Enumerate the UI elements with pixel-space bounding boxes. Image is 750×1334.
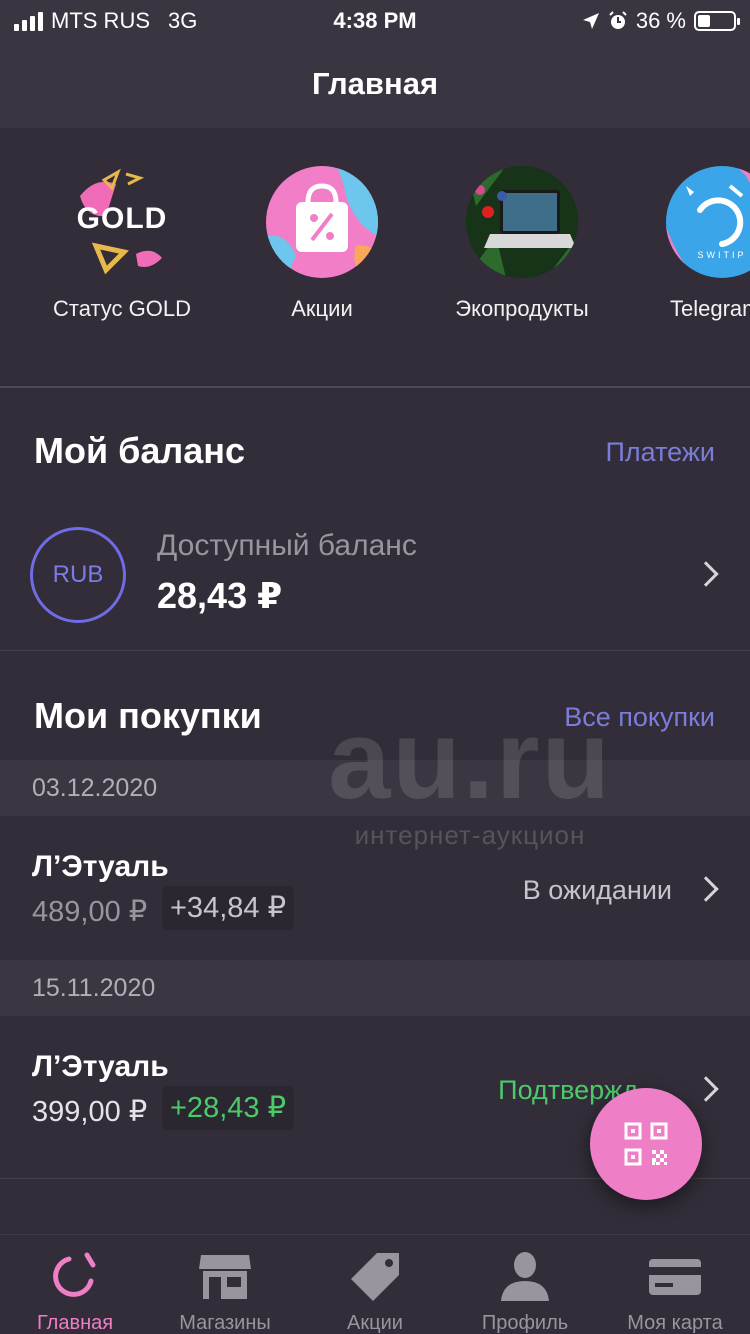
balance-title: Мой баланс: [34, 430, 246, 471]
stories-carousel[interactable]: GOLD Статус GOLD Акции Экопродукты SWITI…: [0, 128, 750, 386]
location-icon: [582, 13, 599, 29]
store-icon: [199, 1255, 251, 1299]
tab-label: Профиль: [481, 1312, 569, 1334]
available-balance-row[interactable]: RUB Доступный баланс 28,43 ₽: [0, 500, 750, 650]
balance-label: Доступный баланс: [157, 529, 417, 562]
story-label: Telegram: [670, 296, 750, 321]
navigation-bar: Главная: [0, 40, 750, 128]
qr-scan-button[interactable]: [590, 1088, 702, 1200]
currency-badge: RUB: [30, 527, 126, 623]
balance-value: 28,43 ₽: [157, 575, 283, 616]
tab-profile[interactable]: Профиль: [450, 1251, 600, 1334]
battery-percent: 36 %: [635, 8, 686, 33]
purchase-price: 399,00 ₽: [32, 1096, 148, 1128]
chevron-right-icon: [693, 561, 719, 587]
switip-text: SWITIP: [697, 250, 747, 260]
profile-icon: [501, 1252, 549, 1301]
battery-icon: [694, 11, 740, 31]
qr-code-icon: [624, 1122, 668, 1166]
tab-label: Акции: [347, 1312, 403, 1334]
store-name: Л’Этуаль: [32, 1050, 169, 1083]
tab-label: Магазины: [179, 1312, 271, 1334]
gold-badge: GOLD: [76, 202, 168, 235]
purchase-status: В ожидании: [522, 875, 672, 905]
tab-bar: Главная Магазины Акции Профиль Моя карта: [0, 1234, 750, 1334]
store-name: Л’Этуаль: [32, 850, 169, 883]
tag-icon: [351, 1253, 399, 1301]
purchase-date-header: 15.11.2020: [0, 960, 750, 1016]
divider: [0, 650, 750, 651]
purchases-title: Мои покупки: [34, 695, 262, 736]
watermark: au.ru интернет-аукцион: [310, 700, 630, 851]
home-spinner-icon: [53, 1252, 96, 1297]
status-right: 36 %: [582, 8, 740, 34]
divider: [0, 386, 750, 388]
chevron-right-icon: [693, 876, 719, 902]
watermark-brand: au.ru: [328, 697, 612, 822]
story-label: Акции: [291, 296, 353, 321]
watermark-tagline: интернет-аукцион: [354, 820, 586, 850]
story-promotions[interactable]: Акции: [222, 166, 422, 322]
tab-stores[interactable]: Магазины: [150, 1251, 300, 1334]
tab-label: Моя карта: [627, 1312, 723, 1334]
tab-promotions[interactable]: Акции: [300, 1251, 450, 1334]
shopping-bag-percent-icon: [266, 166, 378, 278]
purchase-price: 489,00 ₽: [32, 896, 148, 928]
status-bar: MTS RUS 3G 4:38 PM 36 %: [0, 0, 750, 40]
story-label: Статус GOLD: [52, 296, 191, 321]
telegram-switip-icon: SWITIP: [666, 166, 750, 278]
story-label: Экопродукты: [455, 296, 589, 321]
page-title: Главная: [311, 66, 439, 101]
alarm-icon: [609, 11, 627, 29]
payments-link[interactable]: Платежи: [605, 437, 715, 468]
laptop-icon: [466, 166, 578, 278]
gold-status-icon: GOLD: [66, 166, 178, 278]
tab-my-card[interactable]: Моя карта: [600, 1251, 750, 1334]
cashback-bonus: +34,84 ₽: [162, 886, 295, 930]
story-eco-products[interactable]: Экопродукты: [422, 166, 622, 322]
story-telegram[interactable]: SWITIP Telegram: [622, 166, 750, 322]
story-gold-status[interactable]: GOLD Статус GOLD: [22, 166, 222, 322]
cashback-bonus: +28,43 ₽: [162, 1086, 295, 1130]
tab-home[interactable]: Главная: [0, 1251, 150, 1334]
card-icon: [649, 1259, 701, 1295]
tab-label: Главная: [36, 1312, 114, 1334]
